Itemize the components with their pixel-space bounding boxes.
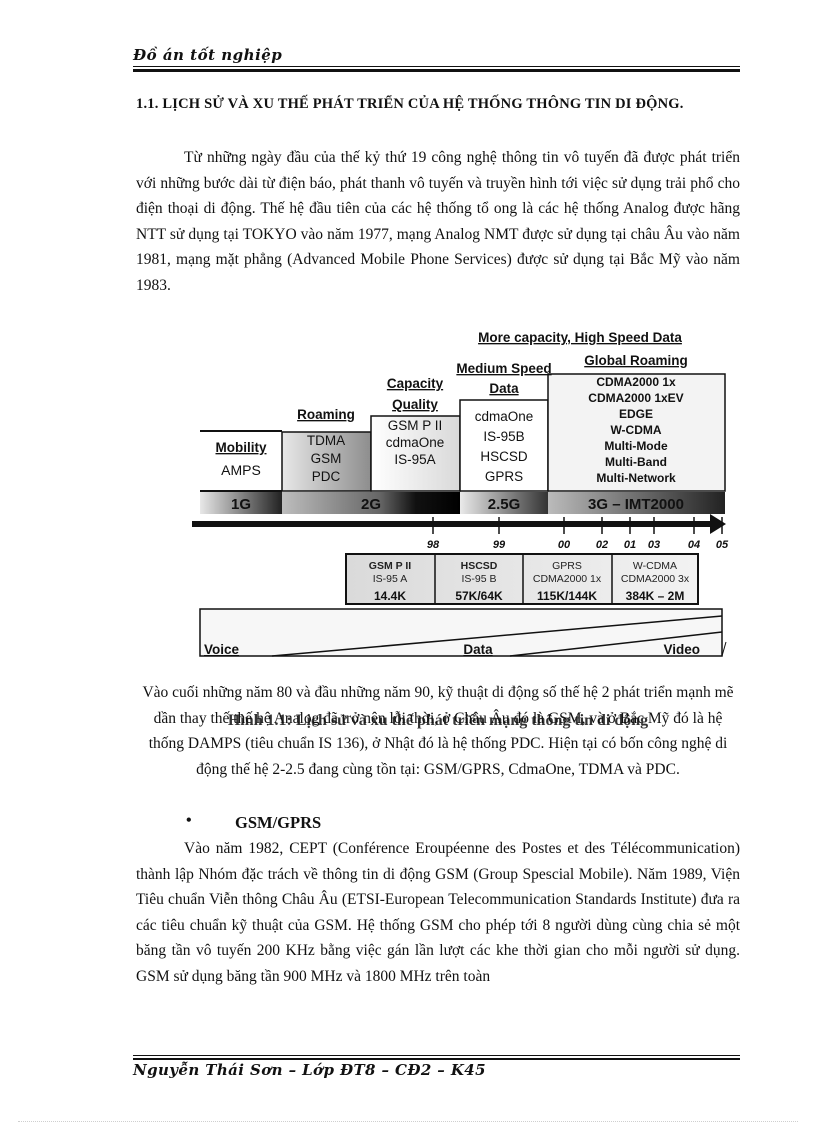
generation-label: 2G xyxy=(361,496,381,513)
traffic-label: Voice xyxy=(204,642,240,657)
rate-tech: IS-95 B xyxy=(461,573,496,585)
step-item: CDMA2000 1xEV xyxy=(588,391,683,405)
timeline-year: 05 xyxy=(716,539,729,551)
step-heading: Mobility xyxy=(216,440,267,455)
page-header-title: Đồ án tốt nghiệp xyxy=(133,46,283,64)
mobile-evolution-figure: More capacity, High Speed Data Mobility AM… xyxy=(192,330,729,657)
step-item: GSM P II xyxy=(388,418,443,433)
generation-label: 3G – IMT2000 xyxy=(588,496,684,513)
step-heading: Roaming xyxy=(297,407,355,422)
second-gen-text: Vào cuối những năm 80 và đầu những năm 9… xyxy=(142,684,734,778)
step-item: HSCSD xyxy=(480,449,528,464)
step-item: GPRS xyxy=(485,469,523,484)
rate-tech: CDMA2000 3x xyxy=(621,573,690,585)
intro-paragraph: Từ những ngày đầu của thế kỷ thứ 19 công… xyxy=(136,145,740,298)
step-item: cdmaOne xyxy=(475,409,534,424)
step-item: IS-95B xyxy=(483,429,524,444)
rate-tech: GPRS xyxy=(552,560,582,572)
step-item: W-CDMA xyxy=(610,423,661,437)
section-title: 1.1. LỊCH SỬ VÀ XU THẾ PHÁT TRIỂN CỦA HỆ… xyxy=(136,96,684,112)
timeline-year: 04 xyxy=(688,539,700,551)
gsm-paragraph: Vào năm 1982, CEPT (Conférence Eroupéenn… xyxy=(136,836,740,989)
step-item: cdmaOne xyxy=(386,435,445,450)
timeline-year: 99 xyxy=(493,539,506,551)
gsm-text: Vào năm 1982, CEPT (Conférence Eroupéenn… xyxy=(136,840,740,985)
step-item: IS-95A xyxy=(394,452,435,467)
timeline-year: 98 xyxy=(427,539,440,551)
rate-tech: CDMA2000 1x xyxy=(533,573,602,585)
step-heading: Data xyxy=(489,381,519,396)
step-item: Multi-Mode xyxy=(604,439,668,453)
rate-speed: 14.4K xyxy=(374,589,406,603)
traffic-label: Video xyxy=(663,642,700,657)
rate-speed: 57K/64K xyxy=(455,589,503,603)
figure-top-label: More capacity, High Speed Data xyxy=(478,330,682,345)
timeline-year: 03 xyxy=(648,539,660,551)
second-gen-paragraph: Vào cuối những năm 80 và đầu những năm 9… xyxy=(136,680,740,782)
step-item: Multi-Network xyxy=(596,471,676,485)
timeline-year: 02 xyxy=(596,539,608,551)
step-item: EDGE xyxy=(619,407,653,421)
step-item: TDMA xyxy=(307,433,345,448)
step-heading: Global Roaming xyxy=(584,353,688,368)
step-item: AMPS xyxy=(221,462,261,478)
footer-rule-thin xyxy=(133,1055,740,1056)
subsection-gsm-gprs: GSM/GPRS xyxy=(235,813,322,832)
rate-tech: GSM P II xyxy=(369,560,411,572)
rate-tech: IS-95 A xyxy=(373,573,407,585)
generation-label: 2.5G xyxy=(488,496,521,513)
step-item: Multi-Band xyxy=(605,455,667,469)
intro-text: Từ những ngày đầu của thế kỷ thứ 19 công… xyxy=(136,149,740,294)
generation-label: 1G xyxy=(231,496,251,513)
timeline-year: 00 xyxy=(558,539,571,551)
page-footer-title: Nguyễn Thái Sơn – Lớp ĐT8 – CĐ2 – K45 xyxy=(133,1061,486,1079)
step-item: GSM xyxy=(311,451,342,466)
timeline-year: 01 xyxy=(624,539,636,551)
step-heading: Quality xyxy=(392,397,438,412)
rate-speed: 384K – 2M xyxy=(626,589,685,603)
step-item: PDC xyxy=(312,469,341,484)
footer-rule-thick xyxy=(133,1058,740,1060)
rate-speed: 115K/144K xyxy=(537,589,597,603)
page-edge-dotted xyxy=(18,1121,798,1122)
figure-caption: Hình 1.1: Lịch sử và xu thế phát triển m… xyxy=(227,712,649,729)
header-rule-thick xyxy=(133,69,740,72)
rate-tech: W-CDMA xyxy=(633,560,677,572)
header-rule-thin xyxy=(133,66,740,67)
traffic-label: Data xyxy=(463,642,493,657)
step-heading: Medium Speed xyxy=(456,361,551,376)
rate-tech: HSCSD xyxy=(461,560,498,572)
step-item: CDMA2000 1x xyxy=(596,375,676,389)
step-heading: Capacity xyxy=(387,376,444,391)
bullet-icon: • xyxy=(186,812,192,829)
